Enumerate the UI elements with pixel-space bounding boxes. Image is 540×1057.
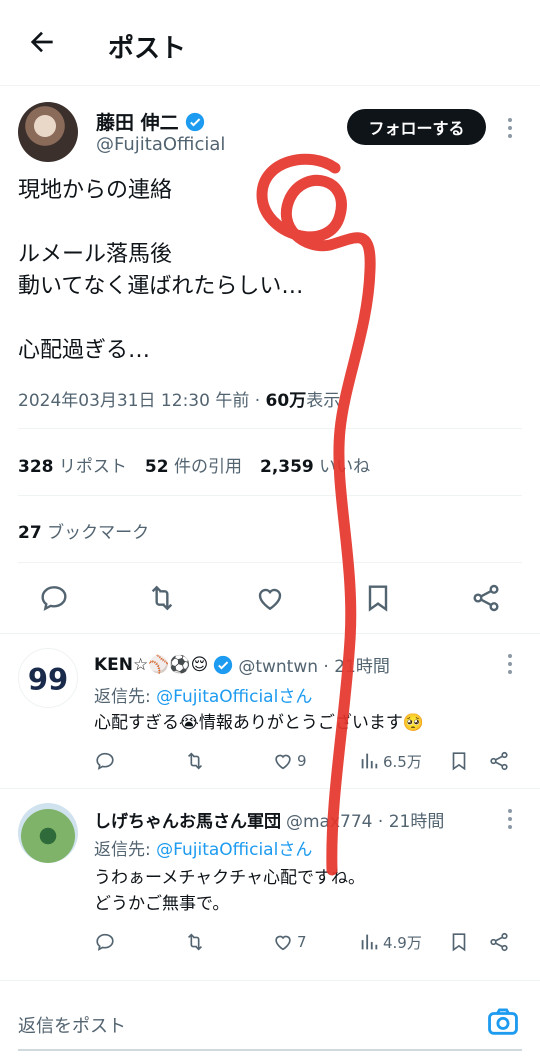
reply-author-name[interactable]: しげちゃんお馬さん軍団: [94, 807, 281, 832]
bookmark-icon[interactable]: [448, 931, 470, 953]
bookmark-icon[interactable]: [448, 750, 470, 772]
back-arrow-icon[interactable]: [26, 26, 58, 58]
reply-to-link[interactable]: @FujitaOfficialさん: [156, 687, 312, 707]
share-icon[interactable]: [488, 750, 510, 772]
engagement-stats: 328 リポスト 52 件の引用 2,359 いいね: [18, 452, 370, 477]
reply-icon[interactable]: [94, 931, 116, 953]
camera-icon[interactable]: [486, 1005, 520, 1039]
share-icon[interactable]: [470, 582, 502, 614]
like-icon: [275, 754, 291, 770]
views-icon: [361, 934, 378, 950]
like-count: 7: [297, 933, 307, 951]
author-name-row[interactable]: 藤田 伸二: [96, 108, 205, 135]
more-icon[interactable]: [507, 809, 513, 829]
likes-stat[interactable]: 2,359 いいね: [260, 452, 370, 477]
reply-text: うわぁーメチャクチャ心配ですね。 どうかご無事で。: [94, 868, 365, 914]
more-icon[interactable]: [507, 654, 513, 674]
more-icon[interactable]: [507, 118, 513, 138]
reply-handle[interactable]: @twntwn · 21時間: [238, 652, 390, 677]
like-button[interactable]: 9: [272, 750, 307, 772]
bookmark-icon[interactable]: [362, 582, 394, 614]
divider: [18, 428, 522, 429]
reply-actions: 9 6.5万: [94, 750, 524, 776]
reply-text: 心配すぎる😭情報ありがとうございます🥺: [94, 713, 425, 733]
share-icon[interactable]: [488, 931, 510, 953]
like-icon[interactable]: [254, 582, 286, 614]
repost-icon[interactable]: [184, 931, 206, 953]
divider: [18, 562, 522, 563]
bookmarks-stat[interactable]: 27 ブックマーク: [18, 518, 149, 543]
reply-composer: 返信をポスト: [0, 980, 540, 1057]
reply-to-link[interactable]: @FujitaOfficialさん: [156, 840, 312, 860]
views-count: 60万: [265, 391, 307, 411]
reply-avatar[interactable]: 99: [18, 648, 78, 708]
reply-item[interactable]: しげちゃんお馬さん軍団 @max774 · 21時間 返信先: @FujitaO…: [0, 788, 540, 968]
reply-actions: 7 4.9万: [94, 931, 524, 957]
post-meta: 2024年03月31日 12:30 午前 · 60万表示: [18, 386, 340, 411]
divider: [18, 1049, 522, 1051]
views-button[interactable]: 4.9万: [358, 931, 422, 953]
views-icon: [361, 753, 378, 769]
reply-icon[interactable]: [94, 750, 116, 772]
reply-icon[interactable]: [38, 582, 70, 614]
follow-button[interactable]: フォローする: [347, 109, 486, 145]
reply-author-name[interactable]: KEN☆⚾⚽😌: [94, 655, 208, 675]
reply-to: 返信先: @FujitaOfficialさん: [94, 687, 313, 707]
author-name[interactable]: 藤田 伸二: [96, 108, 179, 135]
quotes-stat[interactable]: 52 件の引用: [145, 452, 242, 477]
reply-item[interactable]: 99 KEN☆⚾⚽😌 @twntwn · 21時間 返信先: @FujitaOf…: [0, 633, 540, 788]
page-title: ポスト: [108, 34, 187, 64]
verified-badge-icon: [214, 655, 233, 674]
reply-author-row[interactable]: しげちゃんお馬さん軍団 @max774 · 21時間: [94, 807, 444, 832]
views-button[interactable]: 6.5万: [358, 750, 422, 772]
views-count: 6.5万: [383, 752, 422, 771]
like-count: 9: [297, 752, 307, 770]
repost-icon[interactable]: [184, 750, 206, 772]
post-timestamp[interactable]: 2024年03月31日 12:30 午前 ·: [18, 391, 266, 411]
views-count: 4.9万: [383, 933, 422, 952]
like-icon: [275, 935, 291, 951]
author-avatar[interactable]: [18, 102, 78, 162]
reply-handle[interactable]: @max774 · 21時間: [286, 807, 444, 832]
svg-text:99: 99: [28, 663, 68, 697]
like-button[interactable]: 7: [272, 931, 307, 953]
top-bar: ポスト: [0, 0, 540, 86]
reply-author-row[interactable]: KEN☆⚾⚽😌 @twntwn · 21時間: [94, 652, 390, 678]
reply-to: 返信先: @FujitaOfficialさん: [94, 840, 313, 860]
post-text: 現地からの連絡 ルメール落馬後 動いてなく運ばれたらしい… 心配過ぎる…: [18, 178, 304, 363]
author-handle[interactable]: @FujitaOfficial: [96, 134, 225, 155]
reposts-stat[interactable]: 328 リポスト: [18, 452, 127, 477]
reply-input[interactable]: 返信をポスト: [18, 1012, 126, 1038]
reply-avatar[interactable]: [18, 803, 78, 863]
divider: [18, 495, 522, 496]
verified-badge-icon: [185, 112, 204, 131]
views-label: 表示: [306, 391, 341, 411]
repost-icon[interactable]: [146, 582, 178, 614]
